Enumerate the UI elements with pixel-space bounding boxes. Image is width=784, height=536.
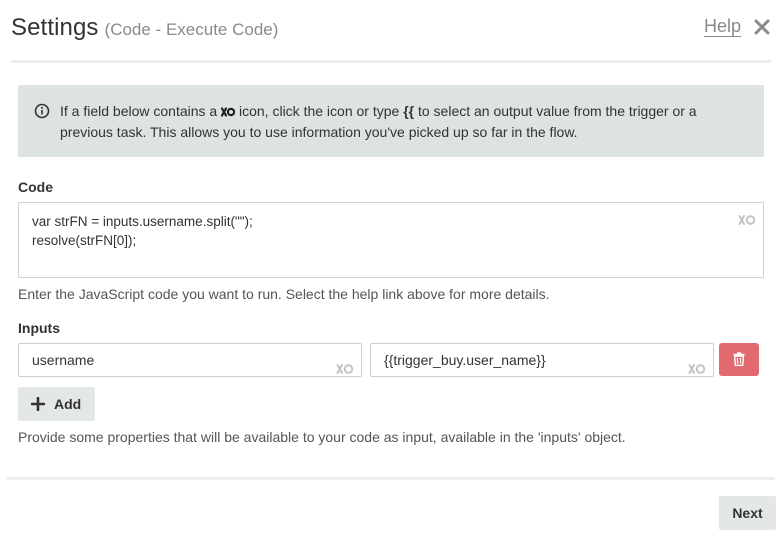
code-line: var strFN = inputs.username.split(""); <box>32 214 253 229</box>
page-title: Settings <box>11 14 99 41</box>
delete-input-button[interactable] <box>719 343 759 376</box>
info-brace-token: {{ <box>403 103 415 119</box>
footer-divider <box>7 477 775 480</box>
variable-picker-icon[interactable] <box>688 354 706 374</box>
inputs-label: Inputs <box>18 320 60 336</box>
trash-icon <box>733 352 745 367</box>
code-label: Code <box>18 179 53 195</box>
code-hint: Enter the JavaScript code you want to ru… <box>18 286 550 302</box>
info-text-segment: to select an output value from the trigg… <box>414 103 697 119</box>
close-icon[interactable] <box>752 17 772 37</box>
header-divider <box>11 60 771 63</box>
help-link[interactable]: Help <box>704 16 741 37</box>
info-circle-icon <box>34 103 50 119</box>
info-text-line-1: If a field below contains a icon, click … <box>60 101 744 122</box>
input-value-text: {{trigger_buy.user_name}} <box>384 352 546 368</box>
inputs-hint: Provide some properties that will be ava… <box>18 429 626 445</box>
info-text-segment: If a field below contains a <box>60 103 222 119</box>
variable-picker-icon[interactable] <box>336 354 354 374</box>
variable-picker-icon <box>221 102 236 117</box>
info-text-line-2: previous task. This allows you to use in… <box>60 124 578 140</box>
add-button-label: Add <box>54 396 82 412</box>
code-editor[interactable]: var strFN = inputs.username.split(""); r… <box>18 202 764 278</box>
code-line: resolve(strFN[0]); <box>32 233 137 248</box>
add-input-button[interactable]: Add <box>18 387 95 421</box>
page-subtitle: (Code - Execute Code) <box>104 20 279 39</box>
input-key-value: username <box>32 352 95 368</box>
title-group: Settings (Code - Execute Code) <box>11 14 278 42</box>
next-button[interactable]: Next <box>719 496 776 530</box>
info-text-segment: icon, click the icon or type <box>235 103 404 119</box>
plus-icon <box>30 396 46 412</box>
dialog-header: Settings (Code - Execute Code) Help <box>0 0 784 63</box>
input-key-field[interactable]: username <box>18 343 362 377</box>
input-value-field[interactable]: {{trigger_buy.user_name}} <box>370 343 714 377</box>
variable-picker-icon[interactable] <box>738 212 756 225</box>
info-banner: If a field below contains a icon, click … <box>18 85 764 157</box>
